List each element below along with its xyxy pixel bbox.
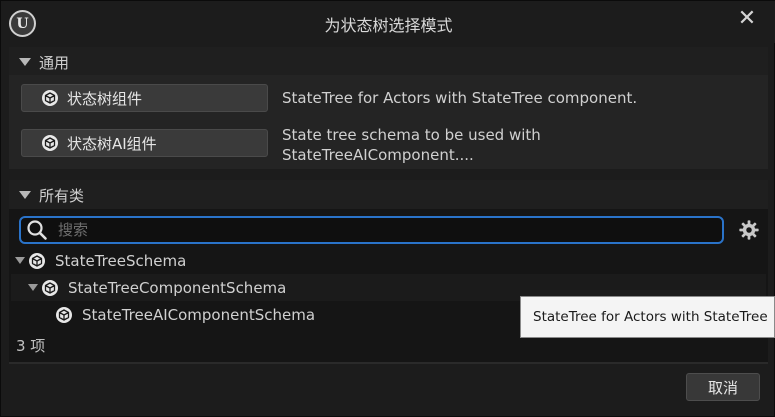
section-header-all-classes[interactable]: 所有类: [9, 180, 768, 210]
dialog-window: U 为状态树选择模式 ✕ 通用 状态树组件 StateTree for Acto…: [0, 0, 775, 417]
search-box[interactable]: [19, 216, 724, 244]
mode-button-label: 状态树组件: [67, 89, 143, 108]
mode-description-line: StateTree for Actors with StateTree comp…: [282, 89, 638, 107]
section-label-general: 通用: [39, 53, 70, 72]
cube-icon: [42, 90, 58, 106]
mode-button-label: 状态树AI组件: [67, 134, 157, 153]
cube-icon: [42, 135, 58, 151]
expand-triangle-icon: [28, 284, 38, 291]
collapse-triangle-icon: [19, 58, 31, 66]
mode-description: State tree schema to be used with StateT…: [282, 125, 541, 165]
mode-description-line: StateTreeAIComponent....: [282, 146, 474, 164]
search-input[interactable]: [58, 221, 698, 239]
mode-description-line: State tree schema to be used with: [282, 126, 541, 144]
search-icon: [27, 220, 47, 240]
class-picker-body: StateTreeSchema StateTreeComponentSchema…: [9, 209, 768, 362]
general-section-body: 状态树组件 StateTree for Actors with StateTre…: [9, 75, 768, 169]
tree-row-label: StateTreeSchema: [55, 251, 187, 270]
cube-icon: [56, 306, 72, 323]
cube-icon: [42, 279, 58, 296]
footer-divider: [9, 362, 768, 364]
dialog-title: 为状态树选择模式: [324, 16, 453, 35]
tree-row-label: StateTreeComponentSchema: [68, 278, 287, 297]
mode-button-statetree-component[interactable]: 状态树组件: [21, 84, 268, 112]
tree-row-label: StateTreeAIComponentSchema: [82, 305, 316, 324]
close-button[interactable]: ✕: [736, 7, 758, 31]
section-header-general[interactable]: 通用: [9, 47, 768, 77]
tree-row[interactable]: StateTreeSchema: [11, 247, 766, 274]
mode-description: StateTree for Actors with StateTree comp…: [282, 88, 637, 108]
section-label-all-classes: 所有类: [39, 186, 85, 205]
tooltip: StateTree for Actors with StateTree: [520, 296, 775, 338]
mode-button-statetree-ai-component[interactable]: 状态树AI组件: [21, 129, 268, 157]
collapse-triangle-icon: [19, 191, 31, 199]
title-bar: U 为状态树选择模式 ✕: [1, 1, 775, 43]
cancel-button[interactable]: 取消: [686, 373, 760, 401]
expand-triangle-icon: [15, 257, 25, 264]
cube-icon: [29, 252, 45, 269]
gear-icon[interactable]: [738, 219, 760, 241]
item-count: 3 项: [16, 337, 46, 355]
